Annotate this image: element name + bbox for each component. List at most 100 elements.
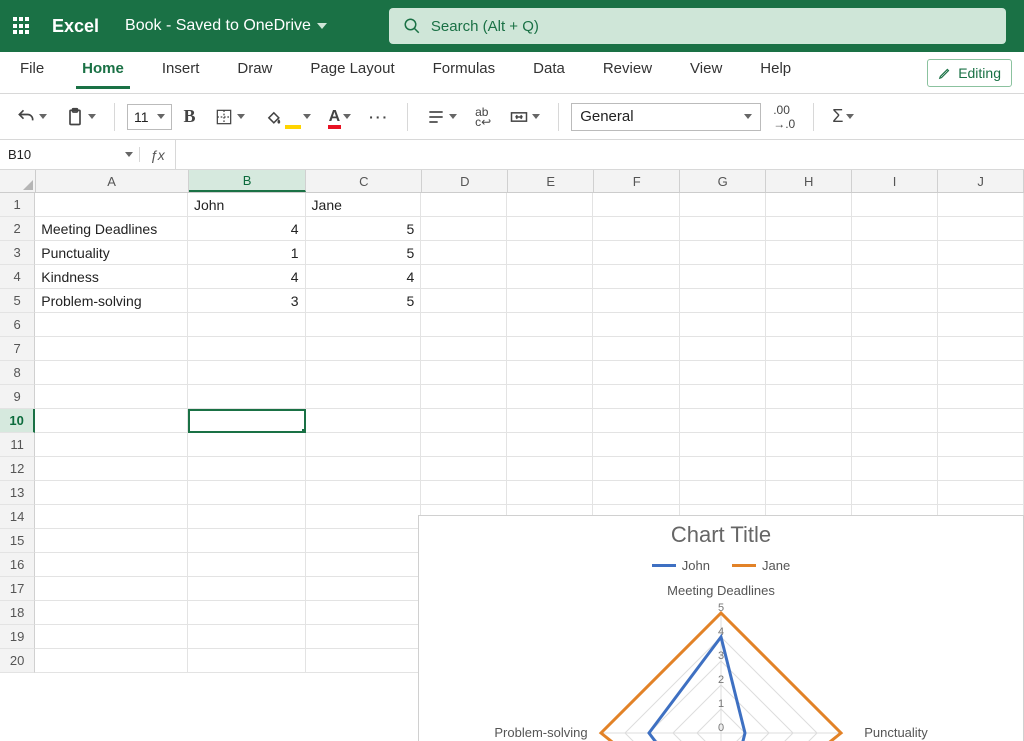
cell-I4[interactable] (852, 265, 938, 289)
cell-F8[interactable] (593, 361, 679, 385)
cell-I10[interactable] (852, 409, 938, 433)
cell-C6[interactable] (306, 313, 422, 337)
cell-C20[interactable] (306, 649, 422, 673)
cell-F4[interactable] (593, 265, 679, 289)
row-header[interactable]: 12 (0, 457, 35, 481)
cell-J3[interactable] (938, 241, 1024, 265)
cell-A18[interactable] (35, 601, 188, 625)
col-header-I[interactable]: I (852, 170, 938, 192)
col-header-J[interactable]: J (938, 170, 1024, 192)
row-header[interactable]: 13 (0, 481, 35, 505)
col-header-G[interactable]: G (680, 170, 766, 192)
row-header[interactable]: 7 (0, 337, 35, 361)
col-header-B[interactable]: B (189, 170, 307, 192)
cell-H6[interactable] (766, 313, 852, 337)
cell-C8[interactable] (306, 361, 422, 385)
cell-J11[interactable] (938, 433, 1024, 457)
cell-D10[interactable] (421, 409, 507, 433)
cell-E5[interactable] (507, 289, 593, 313)
cell-G5[interactable] (680, 289, 766, 313)
cell-J1[interactable] (938, 193, 1024, 217)
tab-formulas[interactable]: Formulas (425, 56, 504, 89)
cell-H1[interactable] (766, 193, 852, 217)
cell-A11[interactable] (35, 433, 188, 457)
cell-D7[interactable] (421, 337, 507, 361)
cell-B14[interactable] (188, 505, 306, 529)
cell-H9[interactable] (766, 385, 852, 409)
cell-B18[interactable] (188, 601, 306, 625)
col-header-F[interactable]: F (594, 170, 680, 192)
cell-A17[interactable] (35, 577, 188, 601)
cell-C10[interactable] (306, 409, 422, 433)
cell-I3[interactable] (852, 241, 938, 265)
cell-B20[interactable] (188, 649, 306, 673)
cell-I13[interactable] (852, 481, 938, 505)
cell-A3[interactable]: Punctuality (35, 241, 188, 265)
cell-B12[interactable] (188, 457, 306, 481)
cell-G2[interactable] (680, 217, 766, 241)
cell-A2[interactable]: Meeting Deadlines (35, 217, 188, 241)
cell-A7[interactable] (35, 337, 188, 361)
cell-B13[interactable] (188, 481, 306, 505)
cell-B10[interactable] (188, 409, 306, 433)
tab-draw[interactable]: Draw (229, 56, 280, 89)
cell-H10[interactable] (766, 409, 852, 433)
cell-I5[interactable] (852, 289, 938, 313)
cell-B19[interactable] (188, 625, 306, 649)
cell-F7[interactable] (593, 337, 679, 361)
cell-D3[interactable] (421, 241, 507, 265)
cell-B8[interactable] (188, 361, 306, 385)
cell-H2[interactable] (766, 217, 852, 241)
cell-D11[interactable] (421, 433, 507, 457)
row-header[interactable]: 8 (0, 361, 35, 385)
cell-D4[interactable] (421, 265, 507, 289)
cell-J2[interactable] (938, 217, 1024, 241)
cell-D1[interactable] (421, 193, 507, 217)
cell-B16[interactable] (188, 553, 306, 577)
cell-B6[interactable] (188, 313, 306, 337)
row-header[interactable]: 16 (0, 553, 35, 577)
formula-input[interactable] (176, 140, 1024, 169)
cell-A15[interactable] (35, 529, 188, 553)
cell-H12[interactable] (766, 457, 852, 481)
cell-F13[interactable] (593, 481, 679, 505)
cell-E10[interactable] (507, 409, 593, 433)
cell-A19[interactable] (35, 625, 188, 649)
cell-A1[interactable] (35, 193, 188, 217)
cell-I1[interactable] (852, 193, 938, 217)
row-header[interactable]: 4 (0, 265, 35, 289)
cell-B7[interactable] (188, 337, 306, 361)
cell-C7[interactable] (306, 337, 422, 361)
cell-A8[interactable] (35, 361, 188, 385)
cell-C16[interactable] (306, 553, 422, 577)
editing-mode-button[interactable]: Editing (927, 59, 1012, 87)
row-header[interactable]: 5 (0, 289, 35, 313)
fill-color-button[interactable] (257, 103, 317, 131)
cell-B1[interactable]: John (188, 193, 306, 217)
cell-G9[interactable] (680, 385, 766, 409)
cell-A12[interactable] (35, 457, 188, 481)
cell-D8[interactable] (421, 361, 507, 385)
cell-J12[interactable] (938, 457, 1024, 481)
cell-I11[interactable] (852, 433, 938, 457)
cell-H8[interactable] (766, 361, 852, 385)
cell-F3[interactable] (593, 241, 679, 265)
cell-H5[interactable] (766, 289, 852, 313)
row-header[interactable]: 18 (0, 601, 35, 625)
row-header[interactable]: 2 (0, 217, 35, 241)
cell-E13[interactable] (507, 481, 593, 505)
cell-C15[interactable] (306, 529, 422, 553)
cell-I9[interactable] (852, 385, 938, 409)
cell-I7[interactable] (852, 337, 938, 361)
cell-G8[interactable] (680, 361, 766, 385)
tab-review[interactable]: Review (595, 56, 660, 89)
cell-C14[interactable] (306, 505, 422, 529)
cell-F12[interactable] (593, 457, 679, 481)
tab-data[interactable]: Data (525, 56, 573, 89)
decimal-button[interactable]: .00→.0 (767, 99, 801, 135)
row-header[interactable]: 9 (0, 385, 35, 409)
cell-D6[interactable] (421, 313, 507, 337)
cell-I8[interactable] (852, 361, 938, 385)
cell-E4[interactable] (507, 265, 593, 289)
cell-I12[interactable] (852, 457, 938, 481)
